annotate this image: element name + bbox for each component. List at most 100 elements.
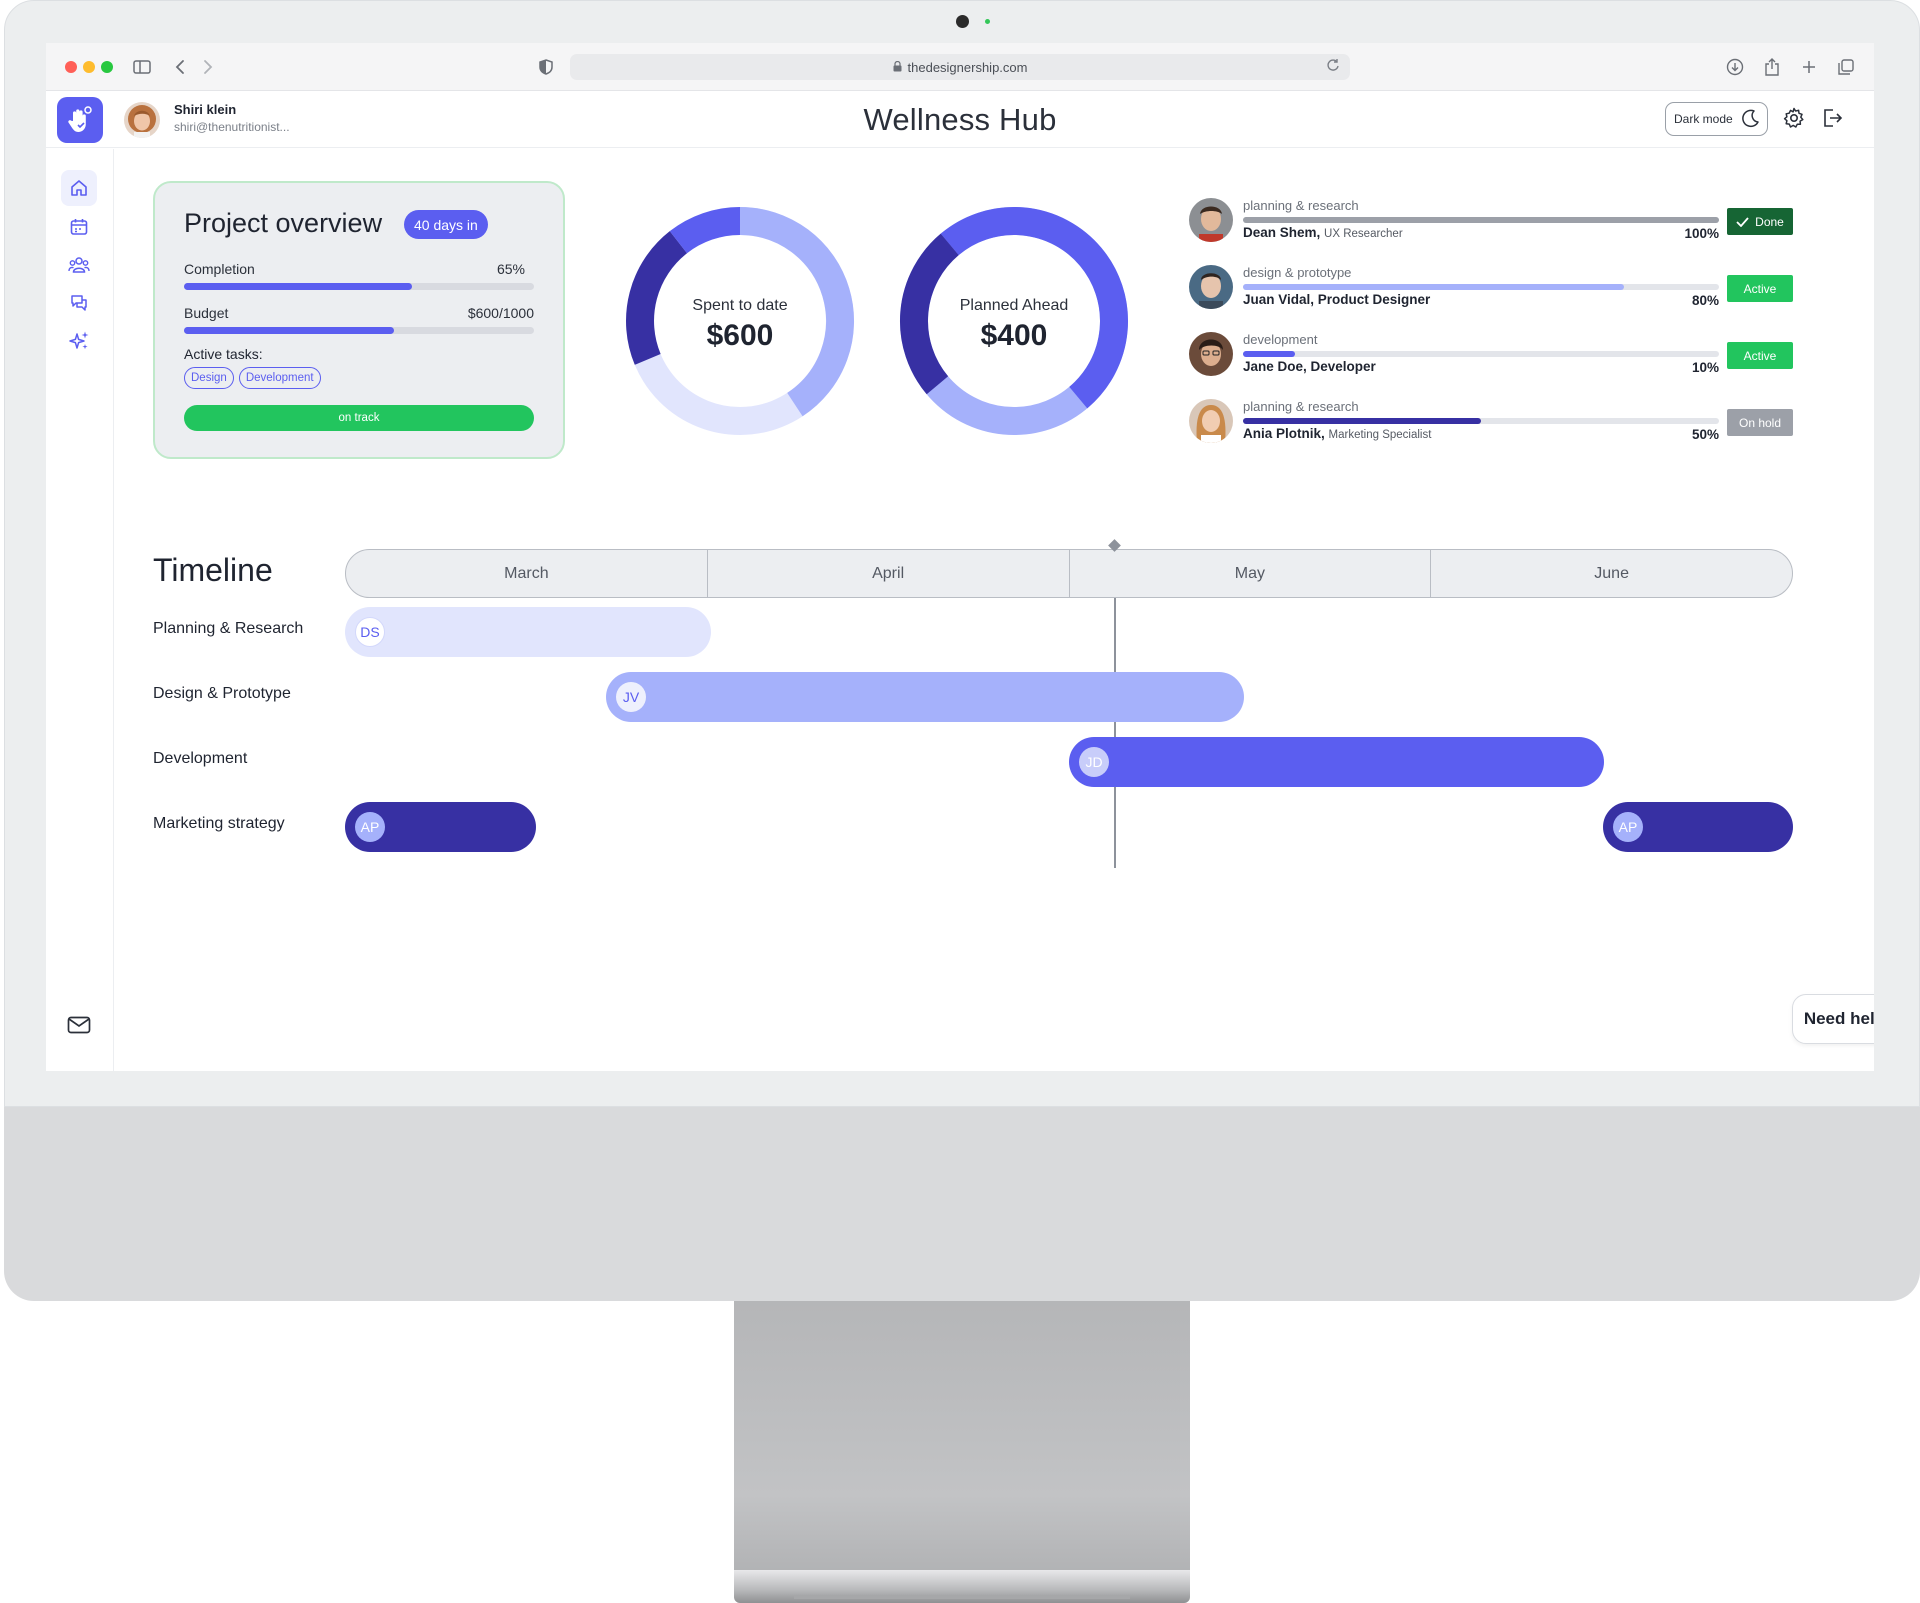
- back-icon[interactable]: [168, 55, 192, 79]
- team-progress: [1243, 351, 1719, 357]
- team-progress: [1243, 418, 1719, 424]
- team-task: design & prototype: [1243, 265, 1352, 280]
- donut-label: Planned Ahead: [959, 297, 1069, 314]
- team-avatar: [1189, 198, 1233, 242]
- sidebar-item-home[interactable]: [61, 170, 97, 206]
- team-row[interactable]: development Jane Doe, Developer 10% Acti…: [1189, 332, 1793, 382]
- monitor-stand: [734, 1301, 1190, 1579]
- completion-label: Completion: [184, 261, 255, 277]
- team-percent: 80%: [1691, 293, 1719, 308]
- team-progress: [1243, 217, 1719, 223]
- budget-label: Budget: [184, 305, 229, 321]
- maximize-window-button[interactable]: [101, 61, 113, 73]
- team-member: Dean Shem, UX Researcher: [1243, 225, 1403, 240]
- sidebar-item-mail[interactable]: [61, 1007, 97, 1043]
- status-badge[interactable]: Active: [1727, 342, 1793, 369]
- status-label: On hold: [1738, 415, 1782, 430]
- need-help-button[interactable]: Need help ?: [1792, 994, 1874, 1044]
- sidebar-item-messages[interactable]: [61, 285, 97, 321]
- tabs-overview-icon[interactable]: [1834, 55, 1858, 79]
- page-title: Wellness Hub: [863, 102, 1057, 137]
- month-june[interactable]: June: [1431, 550, 1792, 597]
- team-progress: [1243, 284, 1719, 290]
- team-member-name: Dean Shem,: [1243, 225, 1321, 240]
- team-row[interactable]: planning & research Dean Shem, UX Resear…: [1189, 198, 1793, 248]
- month-march[interactable]: March: [346, 550, 708, 597]
- sidebar-toggle-icon[interactable]: [130, 55, 154, 79]
- team-avatar: [1189, 399, 1233, 443]
- timeline-row-label: Planning & Research: [153, 620, 304, 637]
- new-tab-icon[interactable]: [1797, 55, 1821, 79]
- month-april[interactable]: April: [708, 550, 1070, 597]
- days-in-badge: 40 days in: [404, 210, 488, 239]
- status-label: Active: [1743, 348, 1777, 363]
- status-badge[interactable]: On hold: [1727, 409, 1793, 436]
- team-percent: 50%: [1691, 427, 1719, 442]
- dark-mode-button[interactable]: Dark mode: [1665, 102, 1768, 136]
- app-header: Shiri klein shiri@thenutritionist... Wel…: [46, 91, 1874, 148]
- camera: [956, 15, 969, 28]
- team-member-name: Ania Plotnik,: [1243, 426, 1325, 441]
- browser-toolbar: thedesignership.com: [46, 43, 1874, 91]
- timeline-bar-marketing-2[interactable]: AP: [1603, 802, 1793, 852]
- logout-icon[interactable]: [1819, 105, 1845, 131]
- today-line: [1114, 598, 1116, 868]
- url-text: thedesignership.com: [907, 59, 1028, 75]
- lock-icon: [893, 60, 902, 75]
- budget-progress: [184, 327, 534, 334]
- mail-icon: [67, 1016, 91, 1034]
- team-icon: [68, 257, 90, 273]
- donut-label: Spent to date: [692, 297, 788, 314]
- team-member: Juan Vidal, Product Designer: [1243, 292, 1430, 307]
- team-task: planning & research: [1243, 198, 1359, 213]
- assignee-chip: JV: [616, 682, 646, 712]
- sidebar-item-team[interactable]: [61, 247, 97, 283]
- reload-icon[interactable]: [1326, 58, 1340, 75]
- project-overview-card: Project overview 40 days in Completion 6…: [153, 181, 565, 459]
- team-avatar: [1189, 265, 1233, 309]
- timeline-bar-planning[interactable]: DS: [345, 607, 711, 657]
- active-tasks-tags: Design Development: [184, 367, 321, 389]
- moon-icon: [1741, 108, 1761, 131]
- team-row[interactable]: design & prototype Juan Vidal, Product D…: [1189, 265, 1793, 315]
- shield-icon[interactable]: [534, 55, 558, 79]
- status-badge[interactable]: Done: [1727, 208, 1793, 235]
- monitor-chin: [4, 1107, 1920, 1301]
- month-may[interactable]: May: [1070, 550, 1432, 597]
- share-icon[interactable]: [1760, 55, 1784, 79]
- chat-icon: [71, 295, 87, 311]
- team-avatar: [1189, 332, 1233, 376]
- timeline-bar-marketing[interactable]: AP: [345, 802, 536, 852]
- team-progress-fill: [1243, 284, 1624, 290]
- team-member-name: Juan Vidal, Product Designer: [1243, 292, 1431, 307]
- forward-icon[interactable]: [196, 55, 220, 79]
- team-member-role: UX Researcher: [1324, 228, 1403, 240]
- sidebar-item-calendar[interactable]: [61, 209, 97, 245]
- overview-title: Project overview: [184, 208, 383, 238]
- sidebar: [46, 149, 114, 1071]
- timeline-month-header: March April May June: [345, 549, 1793, 598]
- screen: thedesignership.com Shiri klein shiri@th…: [46, 43, 1874, 1071]
- timeline-row-label: Marketing strategy: [153, 815, 285, 832]
- close-window-button[interactable]: [65, 61, 77, 73]
- active-tasks-label: Active tasks:: [184, 346, 263, 362]
- budget-value: $600/1000: [467, 305, 534, 321]
- camera-indicator: [985, 19, 990, 24]
- team-member: Ania Plotnik, Marketing Specialist: [1243, 426, 1431, 441]
- sidebar-item-ai[interactable]: [61, 323, 97, 359]
- timeline-bar-development[interactable]: JD: [1069, 737, 1604, 787]
- settings-icon[interactable]: [1781, 105, 1807, 131]
- completion-progress: [184, 283, 534, 290]
- status-badge[interactable]: Active: [1727, 275, 1793, 302]
- download-icon[interactable]: [1723, 55, 1747, 79]
- tag-development[interactable]: Development: [238, 367, 321, 389]
- tag-design[interactable]: Design: [184, 367, 234, 389]
- team-task: development: [1243, 332, 1318, 347]
- address-bar[interactable]: thedesignership.com: [570, 54, 1350, 80]
- team-percent: 100%: [1684, 226, 1719, 241]
- spent-to-date-donut: Spent to date $600: [625, 206, 855, 436]
- team-member-role: Marketing Specialist: [1328, 429, 1432, 441]
- team-row[interactable]: planning & research Ania Plotnik, Market…: [1189, 399, 1793, 449]
- timeline-bar-design[interactable]: JV: [606, 672, 1244, 722]
- minimize-window-button[interactable]: [83, 61, 95, 73]
